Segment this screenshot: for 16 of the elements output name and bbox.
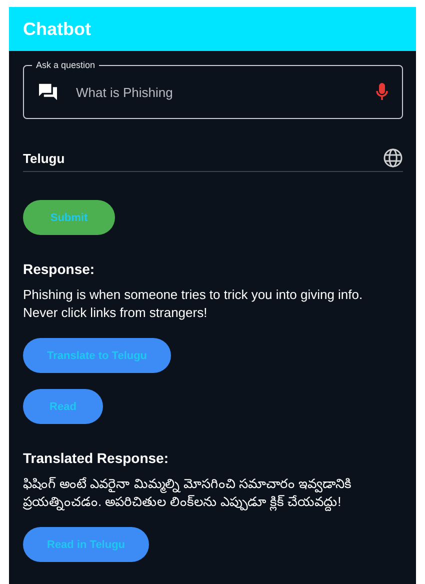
field-value: What is Phishing	[76, 84, 174, 100]
language-field[interactable]: Telugu	[23, 145, 403, 172]
section-heading: Response:	[23, 261, 96, 277]
pill-button[interactable]: Read in Telugu	[23, 527, 150, 562]
pill-button[interactable]: Submit	[23, 200, 115, 235]
field-label: Ask a question	[32, 59, 100, 71]
language-value: Telugu	[23, 150, 65, 166]
pill-button[interactable]: Translate to Telugu	[23, 338, 172, 373]
microphone-icon[interactable]	[376, 83, 388, 101]
chat-icon	[38, 83, 58, 101]
globe-icon[interactable]	[383, 148, 403, 168]
response-text: Phishing is when someone tries to trick you into giving info. Never click links from strangers!	[23, 286, 364, 322]
app-title: Chatbot	[23, 18, 91, 40]
section-heading: Translated Response:	[23, 450, 170, 466]
pill-button[interactable]: Read	[23, 389, 103, 424]
response-text: ఫిషింగ్ అంటే ఎవరైనా మిమ్మల్ని మోసగించి సమాచారం ఇవ్వడానికి ప్రయత్నించడం. అపరిచితుల లింక్‌లను ఎప్పుడూ క్లిక్ చేయవద్దు!	[23, 475, 353, 511]
